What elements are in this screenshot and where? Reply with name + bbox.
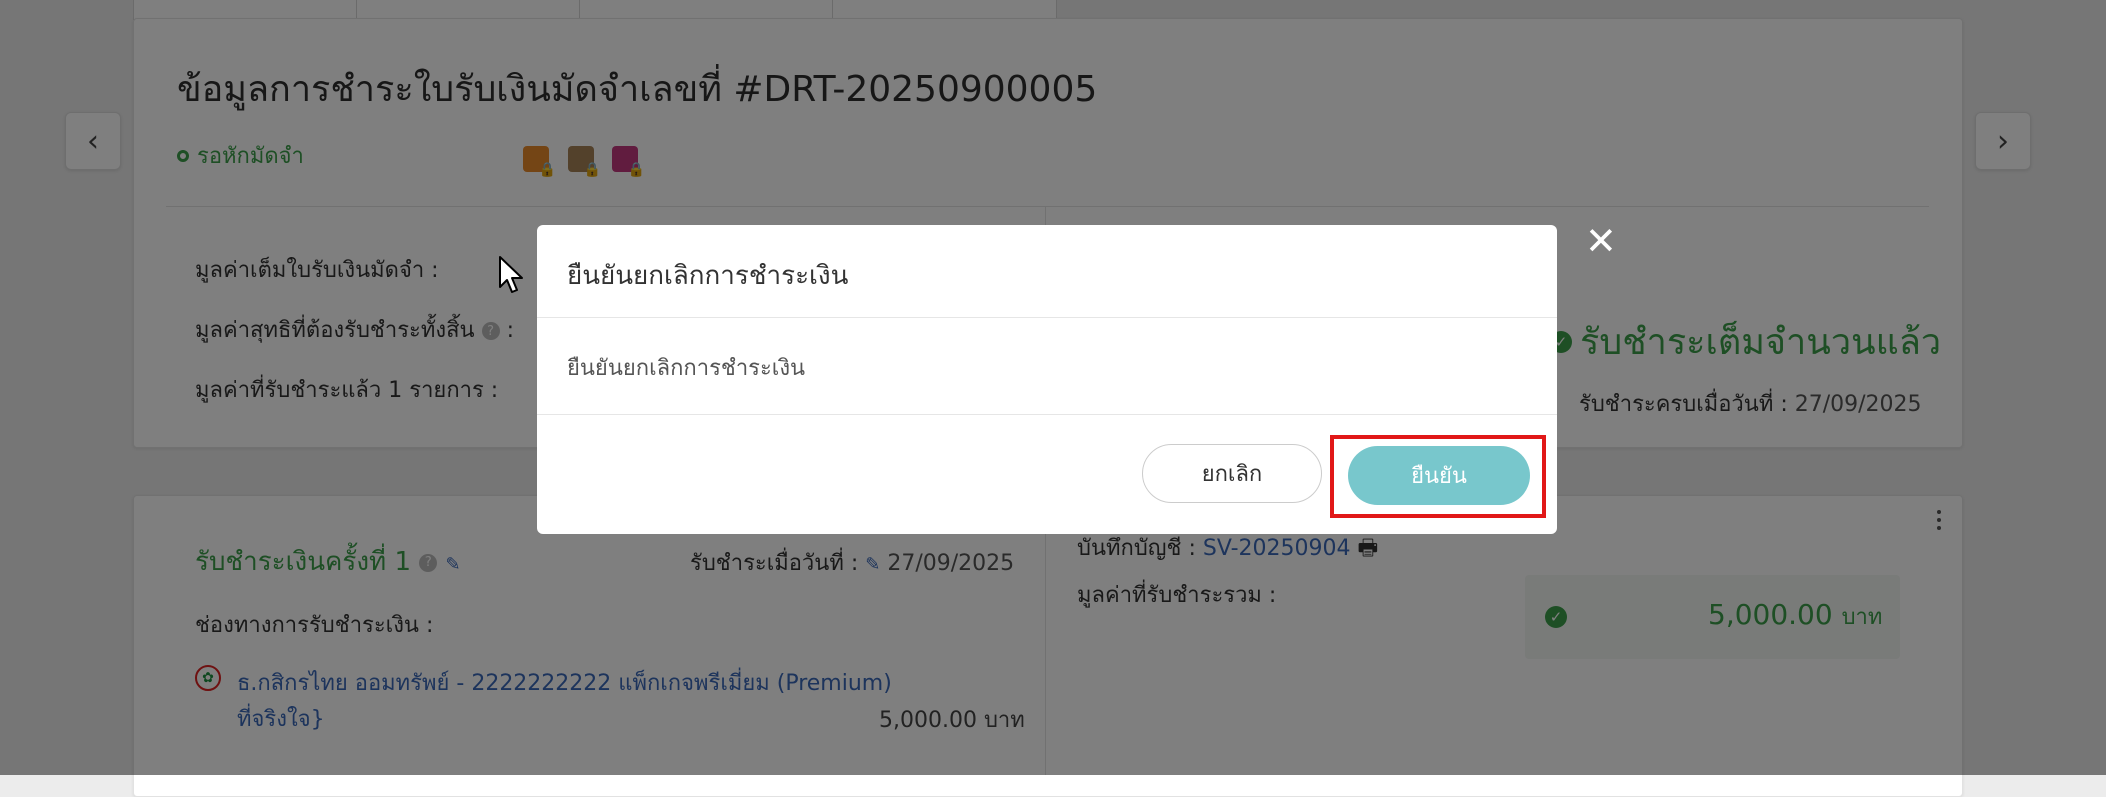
divider: [537, 414, 1557, 415]
close-icon[interactable]: ✕: [1585, 222, 1617, 260]
dialog-message: ยืนยันยกเลิกการชำระเงิน: [567, 356, 806, 381]
mouse-cursor-icon: [499, 256, 523, 293]
dialog-title: ยืนยันยกเลิกการชำระเงิน: [567, 261, 849, 291]
divider: [537, 317, 1557, 318]
confirm-button-highlight: [1330, 435, 1546, 518]
cancel-button[interactable]: ยกเลิก: [1142, 444, 1322, 503]
